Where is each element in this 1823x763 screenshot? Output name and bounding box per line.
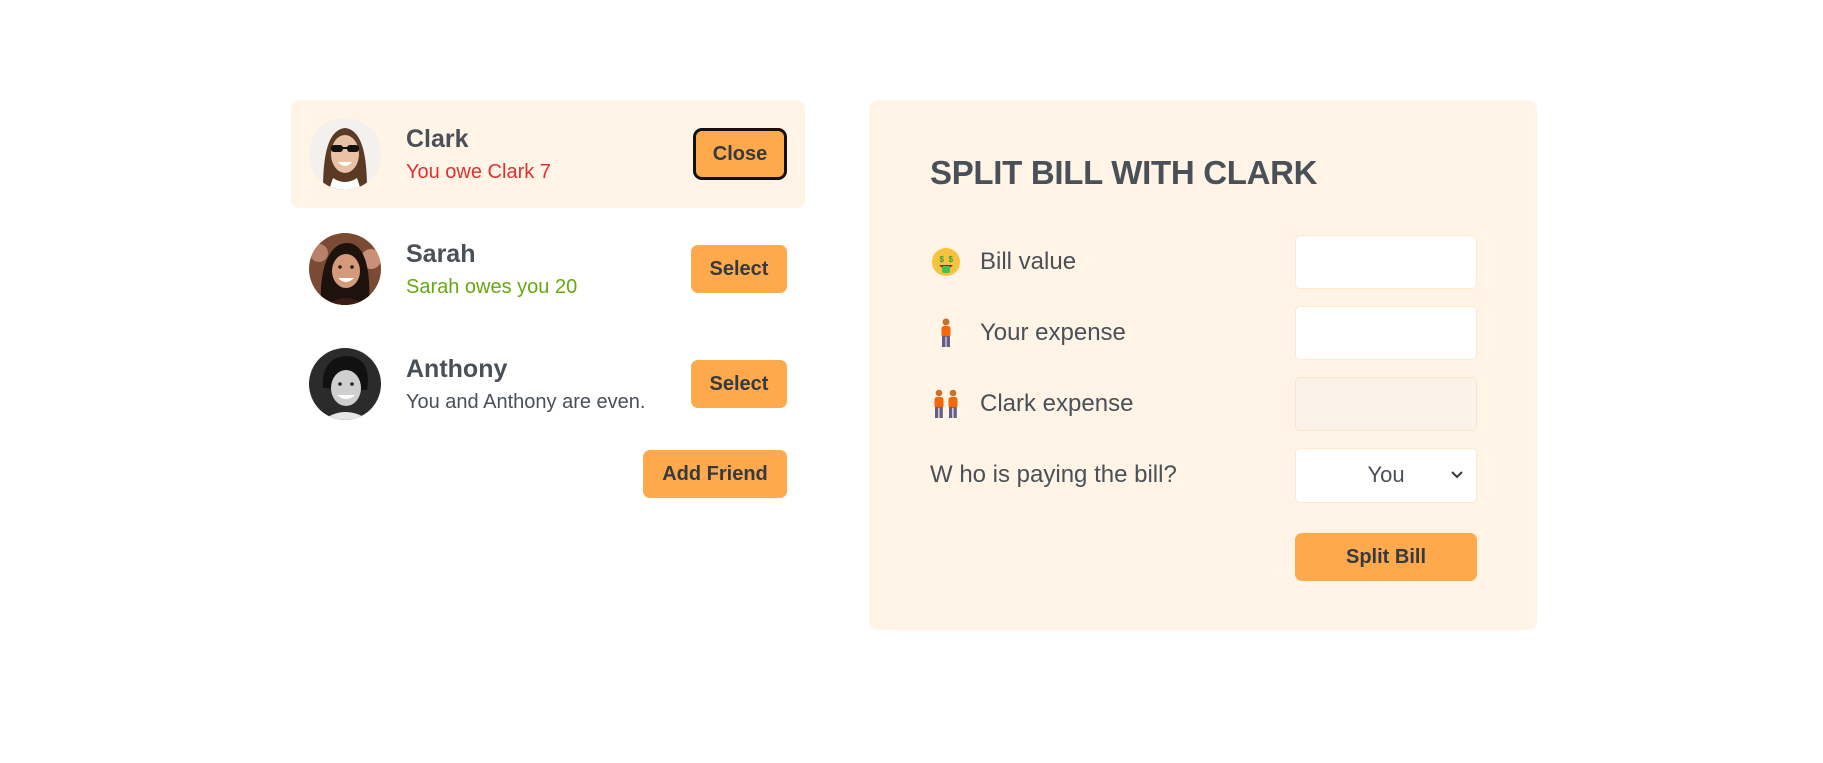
your-expense-label: Your expense [930, 317, 1126, 349]
bill-value-input[interactable] [1295, 235, 1477, 289]
select-button[interactable]: Select [691, 360, 787, 408]
select-button[interactable]: Select [691, 245, 787, 293]
payer-row: W ho is paying the bill? You [930, 447, 1477, 503]
friend-expense-row: Clark expense [930, 377, 1477, 431]
avatar-anthony [309, 348, 381, 420]
money-mouth-face-icon: $ $ [930, 246, 962, 278]
person-standing-icon [930, 317, 962, 349]
bill-value-label: $ $ Bill value [930, 246, 1076, 278]
payer-select[interactable]: You [1295, 447, 1477, 503]
svg-text:$: $ [949, 255, 954, 264]
split-bill-form: Split bill with Clark $ $ Bill value [869, 100, 1537, 630]
add-friend-row: Add Friend [291, 438, 805, 558]
friend-balance-status: Sarah owes you 20 [406, 276, 578, 298]
two-people-icon [930, 388, 962, 420]
split-bill-button[interactable]: Split Bill [1295, 533, 1477, 581]
friend-item-clark: Clark You owe Clark 7 Close [291, 100, 805, 208]
form-title: Split bill with Clark [930, 154, 1318, 191]
friend-expense-input [1295, 377, 1477, 431]
your-expense-text: Your expense [980, 319, 1126, 346]
friend-info: Clark You owe Clark 7 [406, 124, 551, 184]
friend-item-sarah: Sarah Sarah owes you 20 Select [291, 215, 805, 323]
svg-text:$: $ [940, 255, 945, 264]
friend-name: Clark [406, 125, 469, 153]
bill-value-text: Bill value [980, 248, 1077, 275]
friend-info: Anthony You and Anthony are even. [406, 354, 645, 414]
payer-label: W ho is paying the bill? [930, 461, 1177, 488]
eat-n-split-app: Clark You owe Clark 7 Close Sarah Sarah … [0, 0, 1823, 763]
avatar-clark [309, 118, 381, 190]
your-expense-input[interactable] [1295, 306, 1477, 360]
close-button[interactable]: Close [693, 128, 787, 180]
friend-item-anthony: Anthony You and Anthony are even. Select [291, 330, 805, 438]
add-friend-button[interactable]: Add Friend [643, 450, 787, 498]
payer-select-value: You [1367, 462, 1405, 487]
friend-name: Sarah [406, 240, 476, 268]
friend-balance-status: You owe Clark 7 [406, 161, 551, 183]
friend-info: Sarah Sarah owes you 20 [406, 239, 577, 299]
friends-sidebar: Clark You owe Clark 7 Close Sarah Sarah … [291, 100, 805, 558]
bill-value-row: $ $ Bill value [930, 235, 1477, 289]
friend-balance-status: You and Anthony are even. [406, 391, 646, 413]
friend-expense-text: Clark expense [980, 390, 1134, 417]
friend-expense-label: Clark expense [930, 388, 1133, 420]
friend-name: Anthony [406, 355, 508, 383]
chevron-down-icon [1451, 471, 1463, 479]
avatar-sarah [309, 233, 381, 305]
your-expense-row: Your expense [930, 306, 1477, 360]
